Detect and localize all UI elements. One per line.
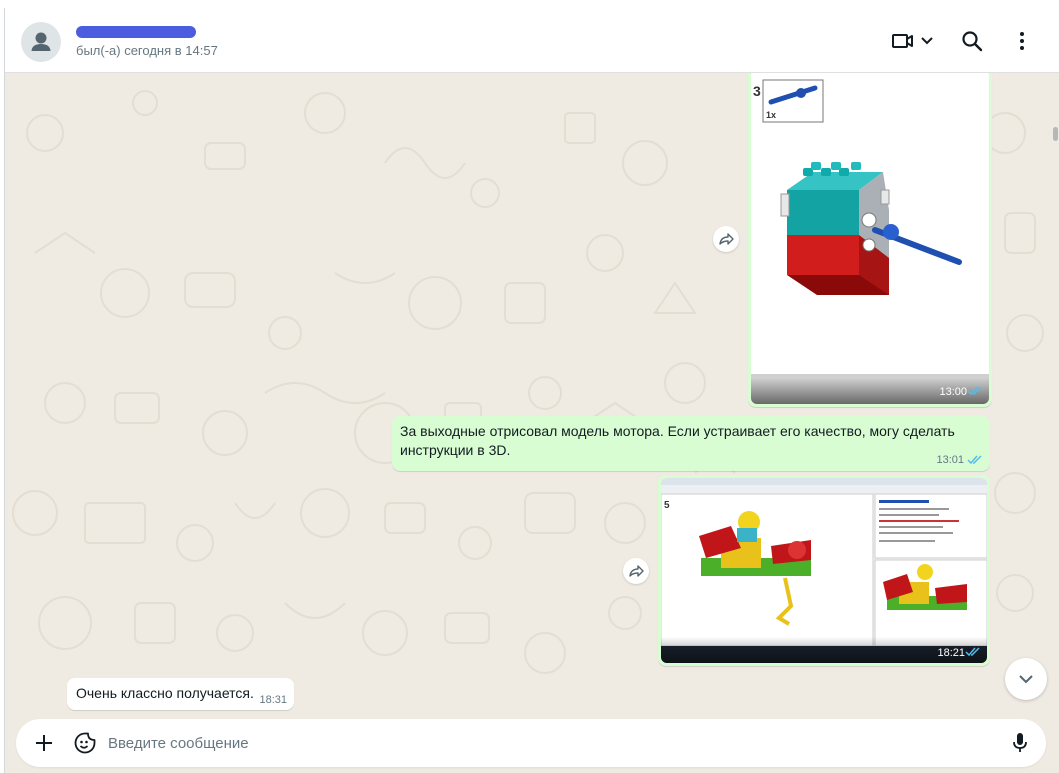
whatsapp-web-window: был(-а) сегодня в 14:57 3 1x 13:00 За вы…	[4, 8, 1059, 773]
menu-icon	[1020, 32, 1024, 50]
double-check-icon	[965, 647, 980, 657]
person-icon	[31, 32, 51, 51]
attach-button[interactable]	[32, 731, 56, 755]
part-count: 1x	[766, 110, 776, 120]
plus-icon	[36, 735, 52, 751]
contact-status: был(-а) сегодня в 14:57	[76, 43, 218, 58]
message-bubble-image-outgoing[interactable]: 3 1x 13:00	[748, 73, 992, 407]
video-call-button[interactable]	[889, 28, 937, 54]
avatar[interactable]	[21, 22, 61, 62]
microphone-icon	[1013, 733, 1027, 752]
forward-button[interactable]	[713, 226, 739, 252]
message-text: За выходные отрисовал модель мотора. Есл…	[400, 423, 955, 458]
forward-icon	[629, 565, 644, 577]
chat-header[interactable]: был(-а) сегодня в 14:57	[5, 8, 1059, 73]
chevron-down-icon	[1019, 675, 1033, 684]
step-number: 3	[753, 83, 761, 99]
forward-button[interactable]	[623, 558, 649, 584]
message-input[interactable]	[108, 719, 988, 767]
message-text: Очень классно получается.	[76, 685, 254, 701]
emoji-sticker-button[interactable]	[73, 731, 97, 755]
image-attachment-screenshot[interactable]: 5 18:21	[661, 478, 987, 663]
message-bubble-text-incoming[interactable]: Очень классно получается. 18:31	[67, 678, 294, 710]
lego-designer-screenshot-image: 5	[661, 478, 987, 663]
chevron-down-icon	[921, 37, 933, 45]
forward-icon	[719, 233, 734, 245]
message-bubble-text-outgoing[interactable]: За выходные отрисовал модель мотора. Есл…	[392, 416, 990, 471]
video-call-icon	[892, 34, 913, 48]
search-button[interactable]	[958, 28, 986, 54]
double-check-icon	[967, 386, 982, 396]
message-list[interactable]: 3 1x 13:00 За выходные отрисовал модель …	[5, 73, 1059, 713]
step-number: 5	[664, 500, 670, 511]
message-composer[interactable]	[16, 719, 1046, 767]
message-time: 13:01	[936, 454, 964, 466]
voice-message-button[interactable]	[1008, 731, 1032, 755]
image-attachment-motor[interactable]: 3 1x 13:00	[751, 73, 989, 404]
sticker-icon	[74, 732, 96, 754]
menu-button[interactable]	[1009, 28, 1035, 54]
chat-scrollbar[interactable]	[1051, 73, 1059, 713]
composer-bar	[5, 713, 1059, 773]
message-time: 13:00	[939, 386, 967, 398]
scroll-to-bottom-button[interactable]	[1005, 658, 1047, 700]
double-check-icon	[967, 455, 982, 465]
lego-motor-instruction-image: 3 1x	[751, 73, 989, 404]
message-time: 18:31	[259, 694, 287, 706]
contact-name-redacted[interactable]	[76, 26, 196, 38]
search-icon	[962, 31, 983, 52]
message-time: 18:21	[937, 647, 965, 659]
message-bubble-image-outgoing[interactable]: 5 18:21	[658, 475, 990, 666]
scrollbar-thumb[interactable]	[1053, 127, 1058, 141]
